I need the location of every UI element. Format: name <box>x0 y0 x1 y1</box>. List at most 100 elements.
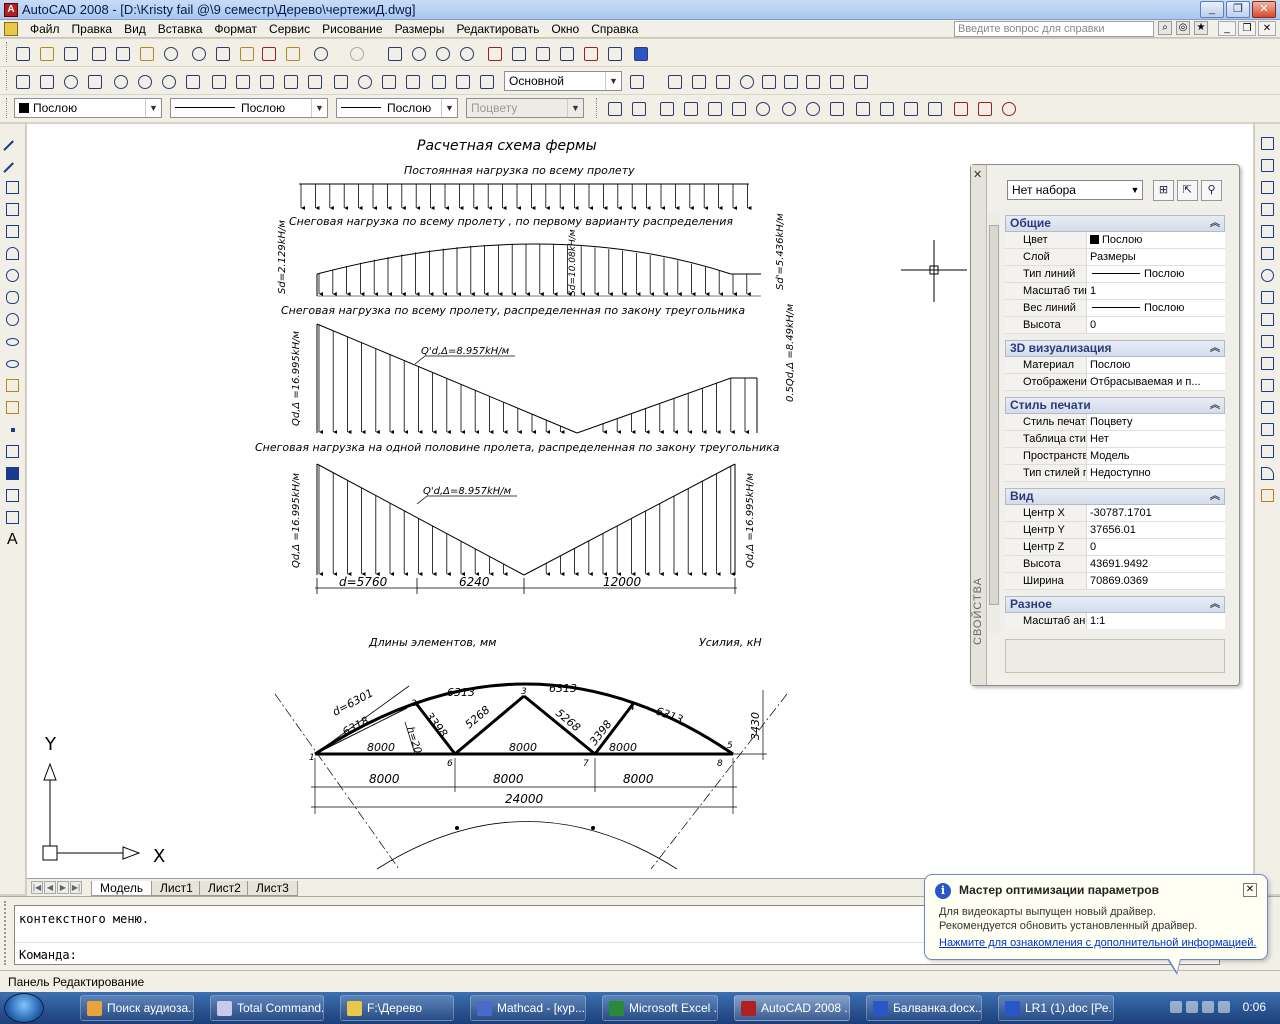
prev-tab-icon[interactable]: ◀ <box>44 881 56 894</box>
mirror-icon[interactable] <box>1258 178 1278 198</box>
favorites-icon[interactable]: ★ <box>1194 21 1208 35</box>
explode-icon[interactable] <box>1258 486 1278 506</box>
snap-intersection-icon[interactable] <box>680 98 700 118</box>
offset-icon[interactable] <box>1258 200 1278 220</box>
properties-icon[interactable] <box>484 43 504 63</box>
task-word-lr1[interactable]: LR1 (1).doc [Ре... <box>998 995 1114 1021</box>
calculator-icon[interactable] <box>604 43 624 63</box>
doc-close-button[interactable]: ✕ <box>1258 21 1276 36</box>
linetype-select[interactable]: Послою ▼ <box>170 98 328 118</box>
balloon-close-icon[interactable]: ✕ <box>1243 883 1257 897</box>
document-icon[interactable] <box>4 22 18 36</box>
menu-view[interactable]: Вид <box>118 22 152 36</box>
menu-help[interactable]: Справка <box>585 22 644 36</box>
property-row[interactable]: Высота 0 <box>1005 317 1225 334</box>
sheet-set-icon[interactable] <box>556 43 576 63</box>
hatch-icon[interactable] <box>3 442 23 462</box>
balloon-more-info-link[interactable]: Нажмите для ознакомления с дополнительно… <box>939 937 1256 949</box>
array-icon[interactable] <box>1258 222 1278 242</box>
continue-dimension-icon[interactable] <box>256 71 276 91</box>
tool-palettes-icon[interactable] <box>532 43 552 63</box>
multiline-text-draw-icon[interactable]: A <box>3 530 23 550</box>
snap-endpoint-icon[interactable] <box>604 98 624 118</box>
first-tab-icon[interactable]: |◀ <box>31 881 43 894</box>
task-mathcad[interactable]: Mathcad - [кур... <box>470 995 586 1021</box>
next-tab-icon[interactable]: ▶ <box>57 881 69 894</box>
copy-icon[interactable] <box>212 43 232 63</box>
dimension-text-edit-icon[interactable] <box>452 71 472 91</box>
diameter-dimension-icon[interactable] <box>158 71 178 91</box>
menu-format[interactable]: Формат <box>208 22 263 36</box>
task-browser[interactable]: Поиск аудиоза... <box>80 995 194 1021</box>
group-header[interactable]: Вид ︽ <box>1005 488 1225 505</box>
snap-settings-icon[interactable] <box>974 98 994 118</box>
spell-check-icon[interactable] <box>758 71 778 91</box>
text-style-icon[interactable] <box>780 71 800 91</box>
new-file-icon[interactable] <box>12 43 32 63</box>
snap-node-icon[interactable] <box>900 98 920 118</box>
ordinate-dimension-icon[interactable] <box>84 71 104 91</box>
property-row[interactable]: Слой Размеры <box>1005 249 1225 266</box>
snap-insert-icon[interactable] <box>876 98 896 118</box>
property-row[interactable]: Масштаб тип...1 <box>1005 283 1225 300</box>
task-word-balvanka[interactable]: Балванка.docx... <box>866 995 982 1021</box>
group-header[interactable]: Стиль печати ︽ <box>1005 397 1225 414</box>
help-search-input[interactable]: Введите вопрос для справки <box>954 21 1154 37</box>
close-button[interactable]: ✕ <box>1252 1 1276 18</box>
inspection-icon[interactable] <box>378 71 398 91</box>
command-prompt[interactable]: Команда: <box>19 948 77 962</box>
multiline-text-icon[interactable] <box>664 71 684 91</box>
center-mark-icon[interactable] <box>354 71 374 91</box>
erase-icon[interactable] <box>1258 134 1278 154</box>
revision-cloud-icon[interactable] <box>3 288 23 308</box>
tray-chevron-icon[interactable] <box>1170 1001 1182 1013</box>
justify-text-icon[interactable] <box>826 71 846 91</box>
undo-icon[interactable] <box>310 43 330 63</box>
save-icon[interactable] <box>60 43 80 63</box>
trim-icon[interactable] <box>1258 332 1278 352</box>
polyline-icon[interactable] <box>3 178 23 198</box>
stretch-icon[interactable] <box>1258 310 1278 330</box>
palette-close-icon[interactable]: ✕ <box>973 168 982 181</box>
property-row[interactable]: Отображени...Отбрасываемая и п... <box>1005 374 1225 391</box>
linear-dimension-icon[interactable] <box>12 71 32 91</box>
task-explorer[interactable]: F:\Дерево <box>340 995 454 1021</box>
properties-scrollbar[interactable] <box>988 213 1000 633</box>
polygon-icon[interactable] <box>3 200 23 220</box>
property-row[interactable]: Материал Послою <box>1005 357 1225 374</box>
aligned-dimension-icon[interactable] <box>36 71 56 91</box>
menu-tools[interactable]: Сервис <box>263 22 316 36</box>
search-icon[interactable]: ⌕ <box>1158 21 1172 35</box>
property-row[interactable]: Высота 43691.9492 <box>1005 556 1225 573</box>
menu-edit[interactable]: Правка <box>66 22 119 36</box>
gradient-icon[interactable] <box>3 464 23 484</box>
quick-dimension-icon[interactable] <box>208 71 228 91</box>
table-icon[interactable] <box>3 508 23 528</box>
property-row[interactable]: Масштаб анн...1:1 <box>1005 613 1225 629</box>
tab-layout1[interactable]: Лист1 <box>151 881 202 896</box>
find-text-icon[interactable] <box>736 71 756 91</box>
help-icon[interactable] <box>630 43 650 63</box>
plot-preview-icon[interactable] <box>112 43 132 63</box>
publish-icon[interactable] <box>136 43 156 63</box>
property-row[interactable]: Стиль печати Поцвету <box>1005 414 1225 431</box>
communication-center-icon[interactable]: ◎ <box>1176 21 1190 35</box>
property-row[interactable]: Центр Z0 <box>1005 539 1225 556</box>
tab-model[interactable]: Модель <box>91 881 153 896</box>
property-row[interactable]: Тип линий Послою <box>1005 266 1225 283</box>
pan-icon[interactable] <box>384 43 404 63</box>
scale-icon[interactable] <box>1258 288 1278 308</box>
convert-distance-icon[interactable] <box>850 71 870 91</box>
lineweight-select[interactable]: Послою ▼ <box>336 98 458 118</box>
tab-layout2[interactable]: Лист2 <box>199 881 250 896</box>
property-row[interactable]: Центр Y 37656.01 <box>1005 522 1225 539</box>
clock[interactable]: 0:06 <box>1243 1000 1266 1014</box>
ellipse-arc-icon[interactable] <box>3 354 23 374</box>
group-header[interactable]: Разное ︽ <box>1005 596 1225 613</box>
menu-insert[interactable]: Вставка <box>152 22 209 36</box>
insert-block-icon[interactable] <box>3 376 23 396</box>
minimize-button[interactable]: _ <box>1200 1 1224 18</box>
property-row[interactable]: Цвет Послою <box>1005 232 1225 249</box>
fillet-icon[interactable] <box>1258 464 1278 484</box>
property-row[interactable]: Вес линий Послою <box>1005 300 1225 317</box>
